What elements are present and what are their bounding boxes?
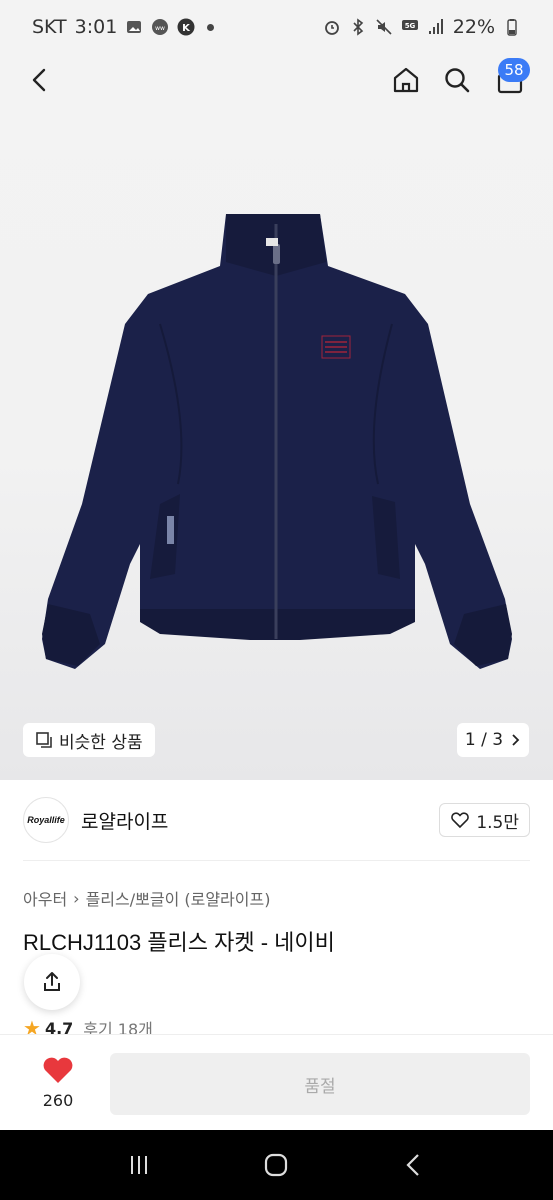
brand-name[interactable]: 로얄라이프 (81, 807, 168, 834)
recents-icon[interactable] (125, 1151, 153, 1179)
status-left: SKT 3:01 ww K (32, 16, 215, 38)
home-icon (393, 67, 419, 93)
bluetooth-icon (349, 18, 367, 36)
time: 3:01 (74, 16, 118, 38)
heart-outline-icon (451, 812, 470, 829)
signal-icon (427, 18, 445, 36)
back-button[interactable] (20, 60, 60, 100)
brand-row[interactable]: Royallife 로얄라이프 1.5만 (0, 780, 553, 860)
svg-text:K: K (182, 23, 191, 34)
search-icon (445, 68, 470, 93)
chevron-right-icon (512, 734, 520, 746)
k-notification-icon: K (177, 18, 195, 36)
divider (23, 860, 530, 861)
home-button[interactable] (386, 60, 426, 100)
product-title: RLCHJ1103 플리스 자켓 - 네이비 (23, 930, 335, 955)
product-image-gallery[interactable]: 58 비슷한 상품 1 / 3 (0, 54, 553, 780)
purchase-bar: 260 품절 (0, 1034, 553, 1130)
battery-icon (503, 18, 521, 36)
network-5g-icon: 5G (401, 18, 419, 36)
status-bar: SKT 3:01 ww K 5G 22% (0, 0, 553, 54)
breadcrumb-category[interactable]: 아우터 (23, 886, 67, 910)
breadcrumb: 아우터 › 플리스/뽀글이 (로얄라이프) (23, 886, 270, 910)
sold-out-button[interactable]: 품절 (110, 1053, 530, 1115)
gallery-notification-icon (125, 18, 143, 36)
battery-level: 22% (452, 16, 495, 38)
status-right: 5G 22% (323, 16, 521, 38)
search-button[interactable] (437, 60, 477, 100)
breadcrumb-separator: › (73, 888, 80, 908)
android-nav-bar (0, 1130, 553, 1200)
pager-text: 1 / 3 (464, 730, 504, 750)
heart-filled-icon (43, 1057, 73, 1083)
wishlist-button[interactable]: 260 (22, 1055, 94, 1110)
share-button[interactable] (24, 954, 80, 1010)
product-page: SKT 3:01 ww K 5G 22% 58 비슷한 상품 1 / 3 Roy… (0, 0, 553, 1200)
app-notification-icon: ww (151, 18, 169, 36)
image-pager[interactable]: 1 / 3 (457, 723, 529, 757)
similar-products-label: 비슷한 상품 (59, 732, 143, 753)
brand-logo[interactable]: Royallife (23, 797, 69, 843)
svg-text:ww: ww (155, 25, 165, 32)
brand-like-count: 1.5만 (476, 812, 519, 833)
alarm-icon (323, 18, 341, 36)
home-button-icon[interactable] (262, 1151, 290, 1179)
mute-icon (375, 18, 393, 36)
breadcrumb-subcategory[interactable]: 플리스/뽀글이 (로얄라이프) (86, 886, 271, 910)
share-icon (44, 972, 60, 991)
carrier: SKT (32, 16, 67, 38)
cart-count-badge: 58 (498, 58, 530, 82)
back-icon (32, 68, 46, 92)
svg-text:5G: 5G (404, 22, 415, 30)
back-nav-icon[interactable] (400, 1151, 428, 1179)
more-notifications-dot (207, 23, 215, 31)
brand-like-button[interactable]: 1.5만 (439, 803, 530, 837)
top-nav: 58 (0, 54, 553, 106)
wishlist-count: 260 (42, 1091, 74, 1110)
product-image-jacket (42, 214, 512, 669)
similar-icon (36, 732, 52, 748)
similar-products-button[interactable]: 비슷한 상품 (23, 723, 155, 757)
